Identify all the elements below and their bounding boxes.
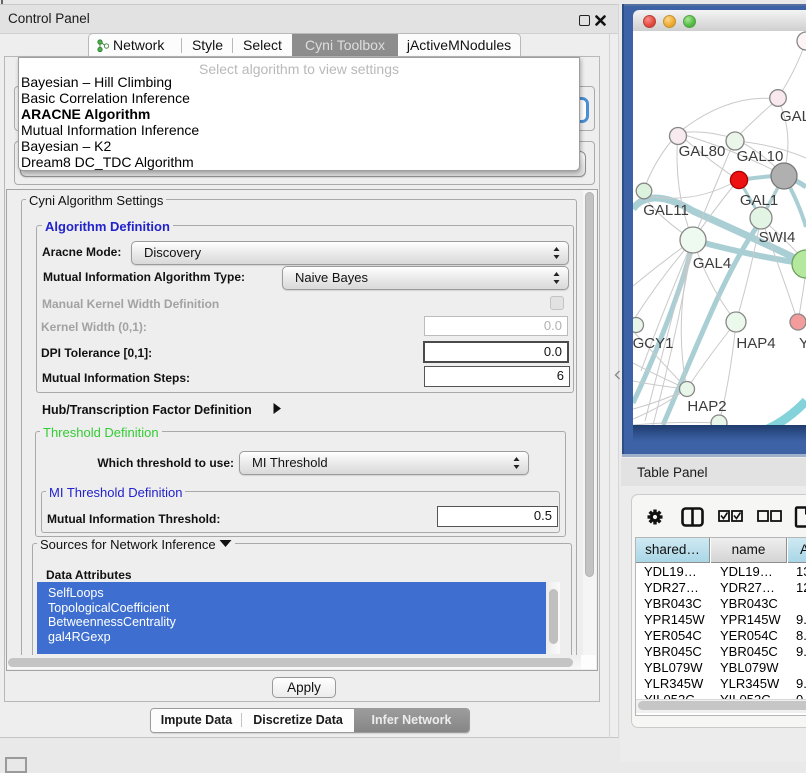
svg-text:YJ: YJ (799, 335, 806, 352)
svg-text:HAP4: HAP4 (736, 335, 775, 352)
svg-text:HAP2: HAP2 (687, 398, 726, 415)
svg-text:GCY1: GCY1 (633, 335, 673, 352)
svg-text:GAL4: GAL4 (693, 255, 731, 272)
svg-text:GAL2: GAL2 (780, 108, 806, 125)
svg-text:GAL80: GAL80 (679, 143, 726, 160)
svg-text:GAL1: GAL1 (740, 192, 778, 209)
svg-text:GAL11: GAL11 (643, 202, 689, 219)
svg-text:GAL10: GAL10 (737, 148, 784, 165)
svg-text:SWI4: SWI4 (759, 229, 796, 246)
